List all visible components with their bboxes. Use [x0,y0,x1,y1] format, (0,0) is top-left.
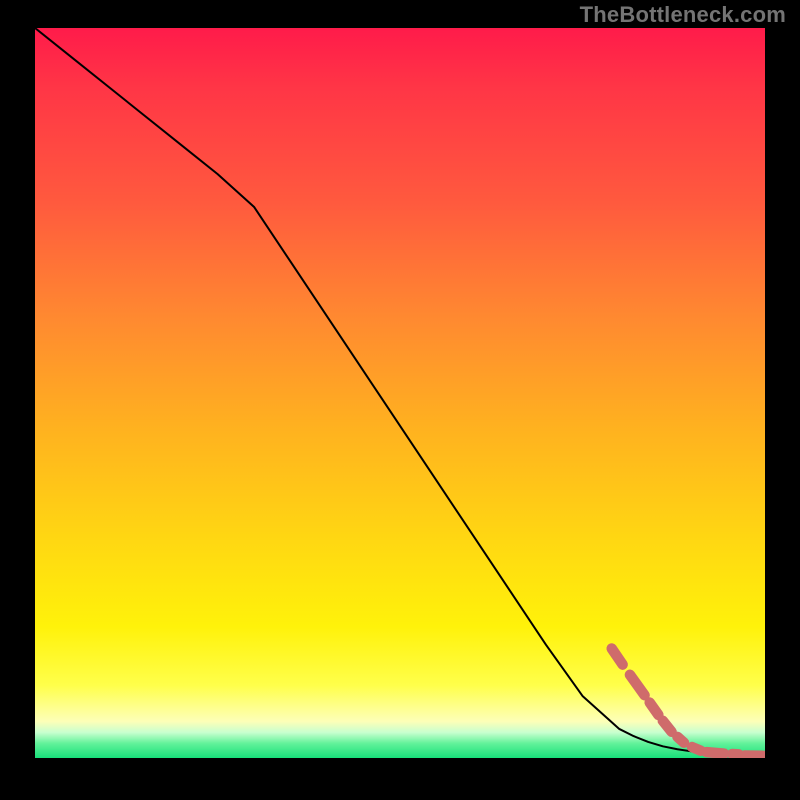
tail-dash [663,721,672,732]
plot-area [35,28,765,758]
tail-dash [630,675,645,695]
tail-dash [650,703,659,715]
chart-overlay [35,28,765,758]
chart-stage: TheBottleneck.com [0,0,800,800]
tail-dash [677,737,684,743]
watermark-text: TheBottleneck.com [580,2,786,28]
tail-dash [692,747,701,751]
tail-dash [612,649,623,665]
curve-line [35,28,765,756]
tail-dash [707,752,725,753]
tail-dash-group [612,649,762,756]
